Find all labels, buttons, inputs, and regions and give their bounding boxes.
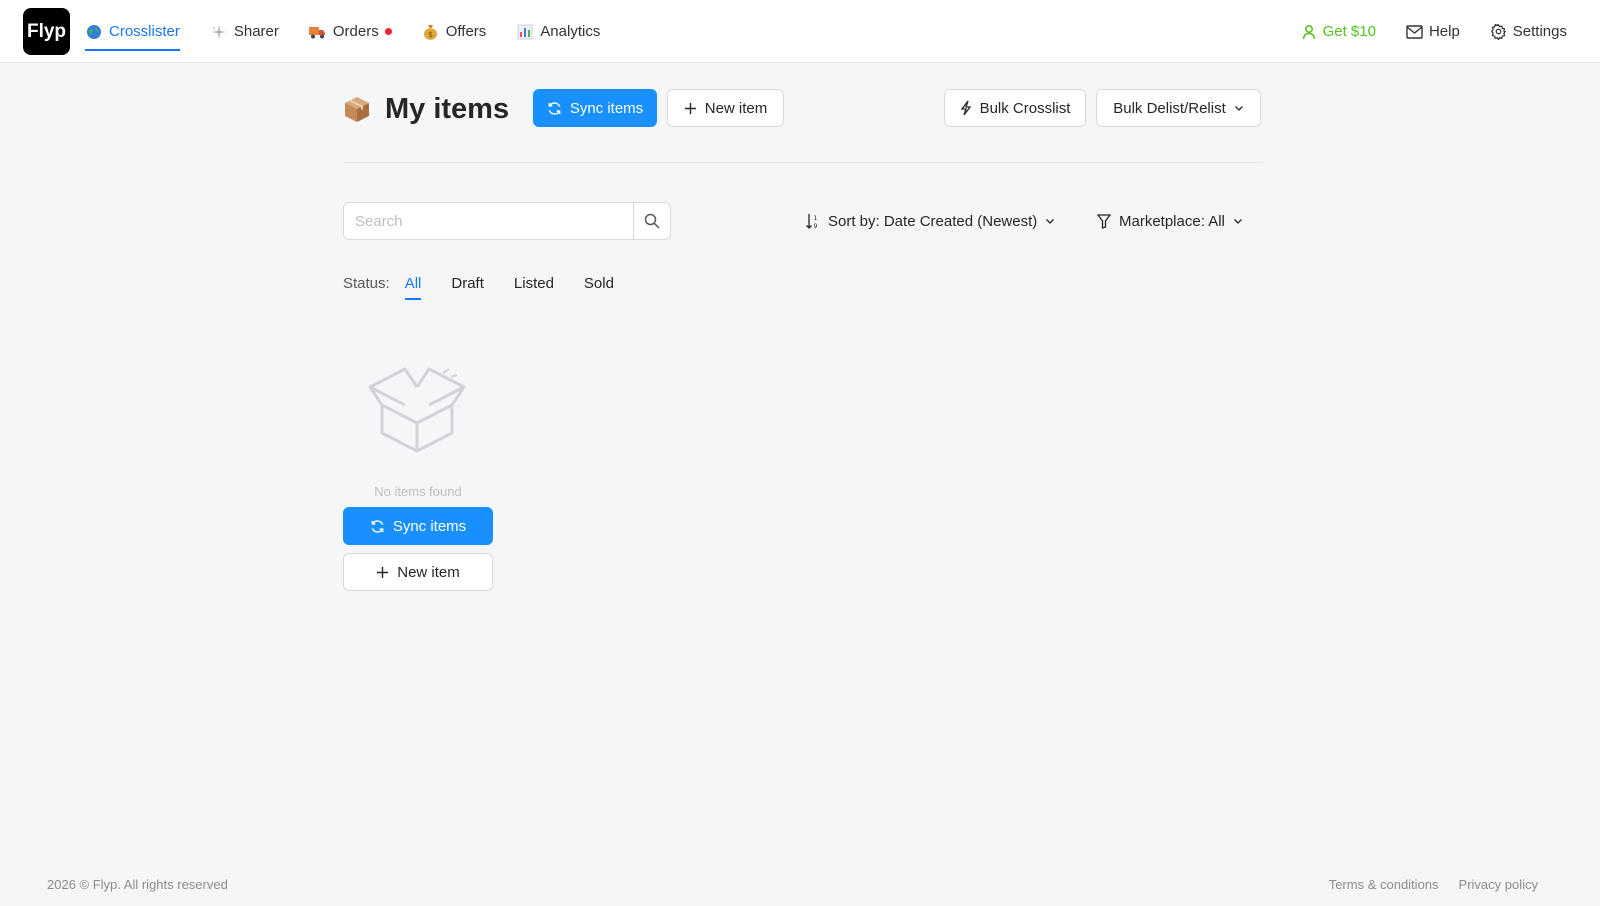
- package-icon: [343, 95, 371, 123]
- page-title: My items: [343, 89, 509, 129]
- nav-item-label: Crosslister: [109, 23, 180, 40]
- lightning-icon: [960, 100, 972, 116]
- referral-label: Get $10: [1322, 23, 1376, 40]
- empty-state-message: No items found: [374, 484, 462, 499]
- chevron-down-icon: [1045, 216, 1055, 226]
- search-box: [343, 202, 671, 240]
- status-filter-tabs: Status: All Draft Listed Sold: [343, 268, 644, 300]
- footer-copyright: 2026 © Flyp. All rights reserved: [47, 877, 228, 892]
- sort-dropdown[interactable]: 19 Sort by: Date Created (Newest): [806, 202, 1055, 240]
- nav-item-label: Analytics: [540, 23, 601, 40]
- money-bag-icon: $: [422, 23, 440, 41]
- sync-items-label: Sync items: [569, 99, 644, 117]
- chevron-down-icon: [1233, 216, 1243, 226]
- bulk-crosslist-label: Bulk Crosslist: [979, 99, 1071, 117]
- sync-icon: [547, 101, 562, 116]
- status-tab-draft[interactable]: Draft: [451, 268, 484, 298]
- new-item-label: New item: [397, 563, 460, 581]
- nav-right-group: Get $10 Help Settings: [1271, 0, 1567, 63]
- nav-item-orders[interactable]: Orders: [309, 0, 392, 63]
- header-sync-items-button[interactable]: Sync items: [533, 89, 657, 127]
- filter-icon: [1097, 213, 1111, 229]
- bar-chart-icon: [516, 23, 534, 41]
- orders-notification-dot: [384, 28, 392, 35]
- bulk-delist-label: Bulk Delist/Relist: [1113, 99, 1226, 117]
- sync-icon: [370, 519, 385, 534]
- svg-text:9: 9: [814, 223, 818, 229]
- nav-item-sharer[interactable]: Sharer: [210, 0, 279, 63]
- svg-text:$: $: [428, 30, 433, 39]
- globe-icon: [85, 23, 103, 41]
- sort-label: Sort by: Date Created (Newest): [828, 212, 1038, 230]
- gear-icon: [1490, 23, 1507, 40]
- page-title-text: My items: [385, 92, 510, 125]
- privacy-link[interactable]: Privacy policy: [1459, 877, 1538, 892]
- sync-items-label: Sync items: [392, 517, 467, 535]
- search-button[interactable]: [633, 203, 670, 239]
- nav-item-label: Sharer: [233, 23, 279, 40]
- sort-icon: 19: [806, 213, 820, 229]
- marketplace-label: Marketplace: All: [1119, 212, 1225, 230]
- settings-label: Settings: [1512, 23, 1567, 40]
- settings-link[interactable]: Settings: [1490, 23, 1567, 40]
- empty-sync-items-button[interactable]: Sync items: [343, 507, 493, 545]
- nav-item-crosslister[interactable]: Crosslister: [85, 0, 180, 63]
- flyp-logo[interactable]: Flyp: [23, 8, 70, 55]
- plus-icon: [684, 102, 697, 115]
- terms-link[interactable]: Terms & conditions: [1329, 877, 1439, 892]
- footer-links: Terms & conditions Privacy policy: [1309, 877, 1538, 892]
- new-item-label: New item: [704, 99, 768, 117]
- search-input[interactable]: [344, 203, 633, 239]
- status-tab-listed[interactable]: Listed: [514, 268, 554, 298]
- nav-item-label: Offers: [445, 23, 487, 40]
- main-nav: Crosslister Sharer Orders $ Offers Analy…: [85, 0, 630, 63]
- mail-icon: [1406, 24, 1423, 39]
- sparkle-icon: [210, 23, 228, 41]
- truck-icon: [309, 23, 327, 41]
- plus-icon: [376, 566, 389, 579]
- top-navigation-bar: Flyp Crosslister Sharer Orders $ Offers: [0, 0, 1600, 63]
- page-header: My items Sync items New item Bulk Crossl…: [343, 89, 1263, 129]
- nav-item-offers[interactable]: $ Offers: [422, 0, 487, 63]
- referral-link[interactable]: Get $10: [1301, 23, 1376, 40]
- status-tab-all[interactable]: All: [404, 268, 421, 300]
- header-new-item-button[interactable]: New item: [667, 89, 784, 127]
- bulk-delist-relist-dropdown[interactable]: Bulk Delist/Relist: [1096, 89, 1261, 127]
- empty-new-item-button[interactable]: New item: [343, 553, 493, 591]
- help-link[interactable]: Help: [1406, 23, 1460, 40]
- user-icon: [1301, 24, 1317, 40]
- nav-item-analytics[interactable]: Analytics: [516, 0, 600, 63]
- nav-item-label: Orders: [332, 23, 379, 40]
- help-label: Help: [1428, 23, 1460, 40]
- header-divider: [343, 162, 1263, 163]
- bulk-crosslist-button[interactable]: Bulk Crosslist: [944, 89, 1086, 127]
- empty-box-icon: [367, 363, 467, 460]
- chevron-down-icon: [1234, 103, 1244, 113]
- marketplace-filter-dropdown[interactable]: Marketplace: All: [1097, 202, 1243, 240]
- svg-text:1: 1: [814, 215, 818, 222]
- status-tab-sold[interactable]: Sold: [584, 268, 614, 298]
- search-icon: [644, 213, 660, 229]
- status-label: Status:: [343, 274, 390, 292]
